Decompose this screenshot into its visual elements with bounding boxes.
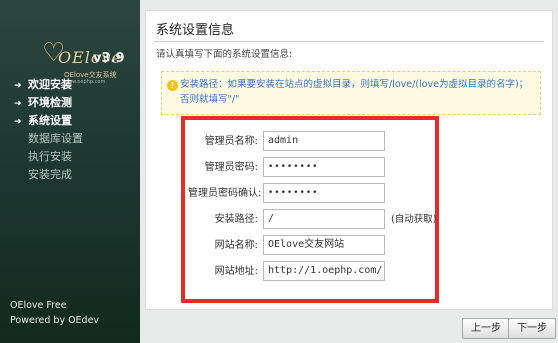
page-subtitle: 请认真填写下面的系统设置信息: bbox=[156, 49, 293, 60]
sidebar-footer: OElove Free Powered by OEdev bbox=[10, 298, 99, 328]
admin-password-label: 管理员密码: bbox=[204, 162, 258, 173]
next-button[interactable]: 下一步 bbox=[508, 318, 556, 339]
arrow-icon: ➜ bbox=[14, 81, 22, 91]
site-name-label: 网站名称: bbox=[214, 240, 258, 251]
site-url-label: 网站地址: bbox=[214, 266, 258, 277]
settings-form: 管理员名称: admin 管理员密码: •••••••• 管理员密码确认: ••… bbox=[181, 116, 439, 303]
admin-name-label: 管理员名称: bbox=[204, 136, 258, 147]
main-area: 系统设置信息 请认真填写下面的系统设置信息: ! 安装路径：如果要安装在站点的虚… bbox=[140, 0, 558, 343]
notice-box: ! 安装路径：如果要安装在站点的虚拟目录，则填写/love/(love为虚拟目录… bbox=[161, 71, 541, 115]
sidebar: ♡ OElove OElove交友系统 www.oephp.com v3.9 ➜… bbox=[0, 0, 140, 343]
settings-panel: 系统设置信息 请认真填写下面的系统设置信息: ! 安装路径：如果要安装在站点的虚… bbox=[145, 10, 553, 310]
arrow-icon: ➜ bbox=[14, 99, 22, 109]
footer-product: OElove Free bbox=[10, 300, 67, 311]
notice-text: 安装路径：如果要安装在站点的虚拟目录，则填写/love/(love为虚拟目录的名… bbox=[180, 79, 529, 105]
arrow-icon: ➜ bbox=[14, 117, 22, 127]
step-system-settings: ➜ 系统设置 bbox=[14, 112, 83, 130]
site-name-input[interactable]: OElove交友网站 bbox=[263, 235, 385, 255]
admin-password-confirm-input[interactable]: •••••••• bbox=[263, 183, 385, 203]
step-welcome: ➜ 欢迎安装 bbox=[14, 76, 83, 94]
prev-button[interactable]: 上一步 bbox=[462, 318, 510, 339]
site-url-input[interactable]: http://1.oephp.com/ bbox=[263, 261, 385, 281]
step-env-check: ➜ 环境检测 bbox=[14, 94, 83, 112]
step-database: 数据库设置 bbox=[28, 132, 83, 145]
admin-name-input[interactable]: admin bbox=[263, 131, 385, 151]
version-label: v3.9 bbox=[93, 51, 125, 66]
step-execute: 执行安装 bbox=[28, 150, 72, 163]
page-title: 系统设置信息 bbox=[156, 23, 235, 38]
install-steps: ➜ 欢迎安装 ➜ 环境检测 ➜ 系统设置 数据库设置 执行安装 安装完成 bbox=[14, 76, 83, 184]
admin-password-input[interactable]: •••••••• bbox=[263, 157, 385, 177]
install-path-hint: (自动获取) bbox=[391, 214, 437, 225]
title-divider bbox=[154, 41, 544, 42]
lightbulb-icon: ! bbox=[167, 80, 178, 91]
install-path-input[interactable]: / bbox=[263, 209, 385, 229]
step-complete: 安装完成 bbox=[28, 168, 72, 181]
install-path-label: 安装路径: bbox=[214, 214, 258, 225]
admin-password-confirm-label: 管理员密码确认: bbox=[188, 188, 262, 199]
footer-powered: Powered by OEdev bbox=[10, 315, 100, 326]
